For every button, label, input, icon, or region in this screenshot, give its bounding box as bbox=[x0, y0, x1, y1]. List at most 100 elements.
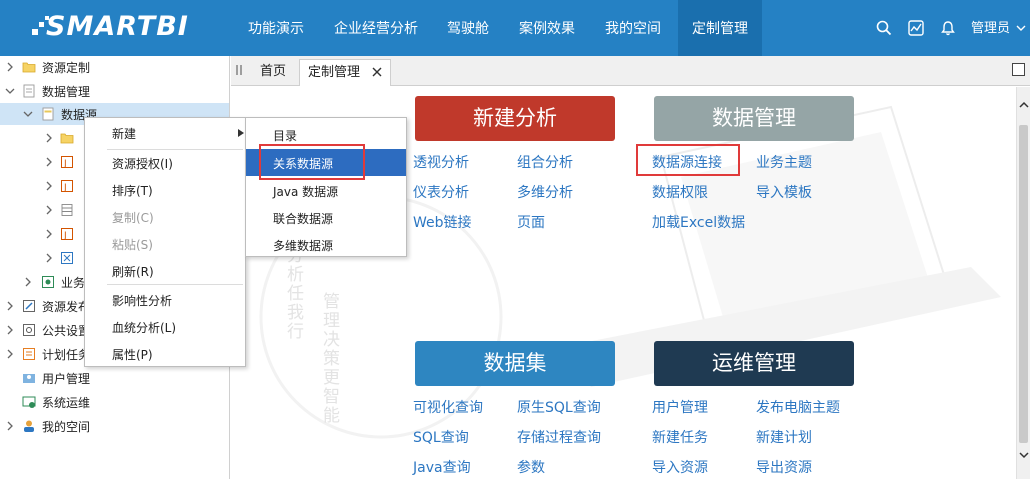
nav-item-demo[interactable]: 功能演示 bbox=[238, 0, 314, 56]
ctx-item-refresh[interactable]: 刷新(R) bbox=[85, 258, 245, 284]
ctx-item-copy: 复制(C) bbox=[85, 204, 245, 230]
ctx-item-label: 复制(C) bbox=[112, 211, 154, 225]
menu-divider bbox=[107, 284, 243, 285]
link-business-theme[interactable]: 业务主题 bbox=[756, 152, 812, 172]
chevron-right-icon[interactable] bbox=[44, 181, 54, 191]
nav-item-my-space[interactable]: 我的空间 bbox=[595, 0, 671, 56]
business-theme-icon bbox=[42, 276, 54, 288]
link-native-sql-query[interactable]: 原生SQL查询 bbox=[517, 397, 601, 417]
tree-item-resource-custom[interactable]: 资源定制 bbox=[0, 56, 229, 78]
link-import-resources[interactable]: 导入资源 bbox=[652, 457, 708, 477]
link-new-task[interactable]: 新建任务 bbox=[652, 427, 708, 447]
tab-custom-management[interactable]: 定制管理 bbox=[299, 59, 392, 86]
chevron-right-icon[interactable] bbox=[5, 325, 15, 335]
link-visual-query[interactable]: 可视化查询 bbox=[413, 397, 483, 417]
submenu-item-joint-datasource[interactable]: 联合数据源 bbox=[246, 204, 406, 231]
tab-home[interactable]: 首页 bbox=[252, 59, 294, 86]
chevron-right-icon[interactable] bbox=[44, 253, 54, 263]
nav-item-case-effects[interactable]: 案例效果 bbox=[509, 0, 585, 56]
submenu-arrow-icon bbox=[238, 129, 244, 137]
link-java-query[interactable]: Java查询 bbox=[413, 457, 471, 477]
ctx-item-sort[interactable]: 排序(T) bbox=[85, 177, 245, 203]
document-icon bbox=[42, 107, 54, 121]
nav-item-cockpit[interactable]: 驾驶舱 bbox=[437, 0, 499, 56]
tree-item-user-management[interactable]: 用户管理 bbox=[0, 367, 229, 389]
tree-item-label: 资源定制 bbox=[42, 61, 91, 75]
chevron-down-icon[interactable] bbox=[23, 109, 33, 119]
dataset-button[interactable]: 数据集 bbox=[415, 341, 615, 386]
chevron-right-icon[interactable] bbox=[44, 205, 54, 215]
ctx-item-new[interactable]: 新建 bbox=[85, 120, 245, 146]
new-analysis-button[interactable]: 新建分析 bbox=[415, 96, 615, 141]
ctx-item-label: 粘贴(S) bbox=[112, 238, 153, 252]
submenu-item-multidim-datasource[interactable]: 多维数据源 bbox=[246, 231, 406, 258]
link-new-plan[interactable]: 新建计划 bbox=[756, 427, 812, 447]
analysis-chart-icon[interactable] bbox=[908, 20, 924, 36]
link-parameters[interactable]: 参数 bbox=[517, 457, 545, 477]
link-web-link[interactable]: Web链接 bbox=[413, 212, 472, 232]
scroll-up-icon[interactable] bbox=[1019, 101, 1029, 109]
scroll-down-icon[interactable] bbox=[1019, 451, 1029, 459]
link-export-resources[interactable]: 导出资源 bbox=[756, 457, 812, 477]
tree-item-label: 业务 bbox=[61, 276, 86, 290]
bell-icon[interactable] bbox=[940, 20, 956, 36]
link-page[interactable]: 页面 bbox=[517, 212, 545, 232]
submenu-item-label: 联合数据源 bbox=[273, 212, 334, 226]
ctx-item-resource-authorization[interactable]: 资源授权(I) bbox=[85, 150, 245, 176]
link-stored-procedure-query[interactable]: 存储过程查询 bbox=[517, 427, 601, 447]
link-sql-query[interactable]: SQL查询 bbox=[413, 427, 469, 447]
link-import-template[interactable]: 导入模板 bbox=[756, 182, 812, 202]
ctx-item-paste: 粘贴(S) bbox=[85, 231, 245, 257]
maximize-icon[interactable] bbox=[1012, 63, 1025, 76]
chevron-down-icon[interactable] bbox=[1016, 24, 1026, 32]
user-menu-label[interactable]: 管理员 bbox=[971, 0, 1010, 58]
document-icon bbox=[23, 84, 35, 98]
tree-item-my-space[interactable]: 我的空间 bbox=[0, 415, 229, 437]
ctx-item-label: 新建 bbox=[112, 127, 137, 141]
ctx-item-properties[interactable]: 属性(P) bbox=[85, 341, 245, 367]
chevron-right-icon[interactable] bbox=[5, 421, 15, 431]
tree-item-data-management[interactable]: 数据管理 bbox=[0, 80, 229, 102]
vertical-scrollbar[interactable] bbox=[1016, 87, 1030, 479]
submenu-item-java-datasource[interactable]: Java 数据源 bbox=[246, 177, 406, 204]
chevron-right-icon[interactable] bbox=[44, 229, 54, 239]
chevron-right-icon[interactable] bbox=[5, 62, 15, 72]
link-user-management[interactable]: 用户管理 bbox=[652, 397, 708, 417]
link-dashboard-analysis[interactable]: 仪表分析 bbox=[413, 182, 469, 202]
tree-item-label: 用户管理 bbox=[42, 372, 91, 386]
tab-label: 首页 bbox=[260, 64, 287, 79]
chevron-right-icon[interactable] bbox=[5, 349, 15, 359]
java-source-icon: J bbox=[61, 228, 73, 241]
java-source-icon: J bbox=[61, 180, 73, 193]
chevron-right-icon[interactable] bbox=[5, 301, 15, 311]
ctx-item-impact-analysis[interactable]: 影响性分析 bbox=[85, 287, 245, 313]
svg-text:J: J bbox=[63, 231, 67, 241]
link-pivot-analysis[interactable]: 透视分析 bbox=[413, 152, 469, 172]
ops-management-button[interactable]: 运维管理 bbox=[654, 341, 854, 386]
link-combined-analysis[interactable]: 组合分析 bbox=[517, 152, 573, 172]
tree-item-system-ops[interactable]: 系统运维 bbox=[0, 391, 229, 413]
data-management-button[interactable]: 数据管理 bbox=[654, 96, 854, 141]
close-icon[interactable] bbox=[372, 67, 382, 77]
chevron-right-icon[interactable] bbox=[44, 157, 54, 167]
java-source-icon: J bbox=[61, 156, 73, 169]
nav-item-enterprise-analysis[interactable]: 企业经营分析 bbox=[324, 0, 428, 56]
highlight-box-relational-datasource bbox=[259, 144, 365, 180]
database-icon bbox=[61, 204, 73, 216]
chevron-down-icon[interactable] bbox=[5, 86, 15, 96]
ctx-item-label: 血统分析(L) bbox=[112, 321, 177, 335]
scrollbar-thumb[interactable] bbox=[1019, 125, 1028, 443]
chevron-right-icon[interactable] bbox=[44, 133, 54, 143]
link-publish-pc-theme[interactable]: 发布电脑主题 bbox=[756, 397, 840, 417]
grip-icon[interactable] bbox=[235, 64, 243, 76]
ctx-item-lineage-analysis[interactable]: 血统分析(L) bbox=[85, 314, 245, 340]
chevron-right-icon[interactable] bbox=[23, 277, 33, 287]
tree-item-label: 计划任务 bbox=[42, 348, 91, 362]
link-data-permission[interactable]: 数据权限 bbox=[652, 182, 708, 202]
search-icon[interactable] bbox=[876, 20, 892, 36]
nav-item-custom-management[interactable]: 定制管理 bbox=[678, 0, 762, 56]
link-multidim-analysis[interactable]: 多维分析 bbox=[517, 182, 573, 202]
link-load-excel-data[interactable]: 加载Excel数据 bbox=[652, 212, 745, 232]
submenu-item-label: Java 数据源 bbox=[273, 185, 339, 199]
folder-icon bbox=[22, 62, 36, 73]
